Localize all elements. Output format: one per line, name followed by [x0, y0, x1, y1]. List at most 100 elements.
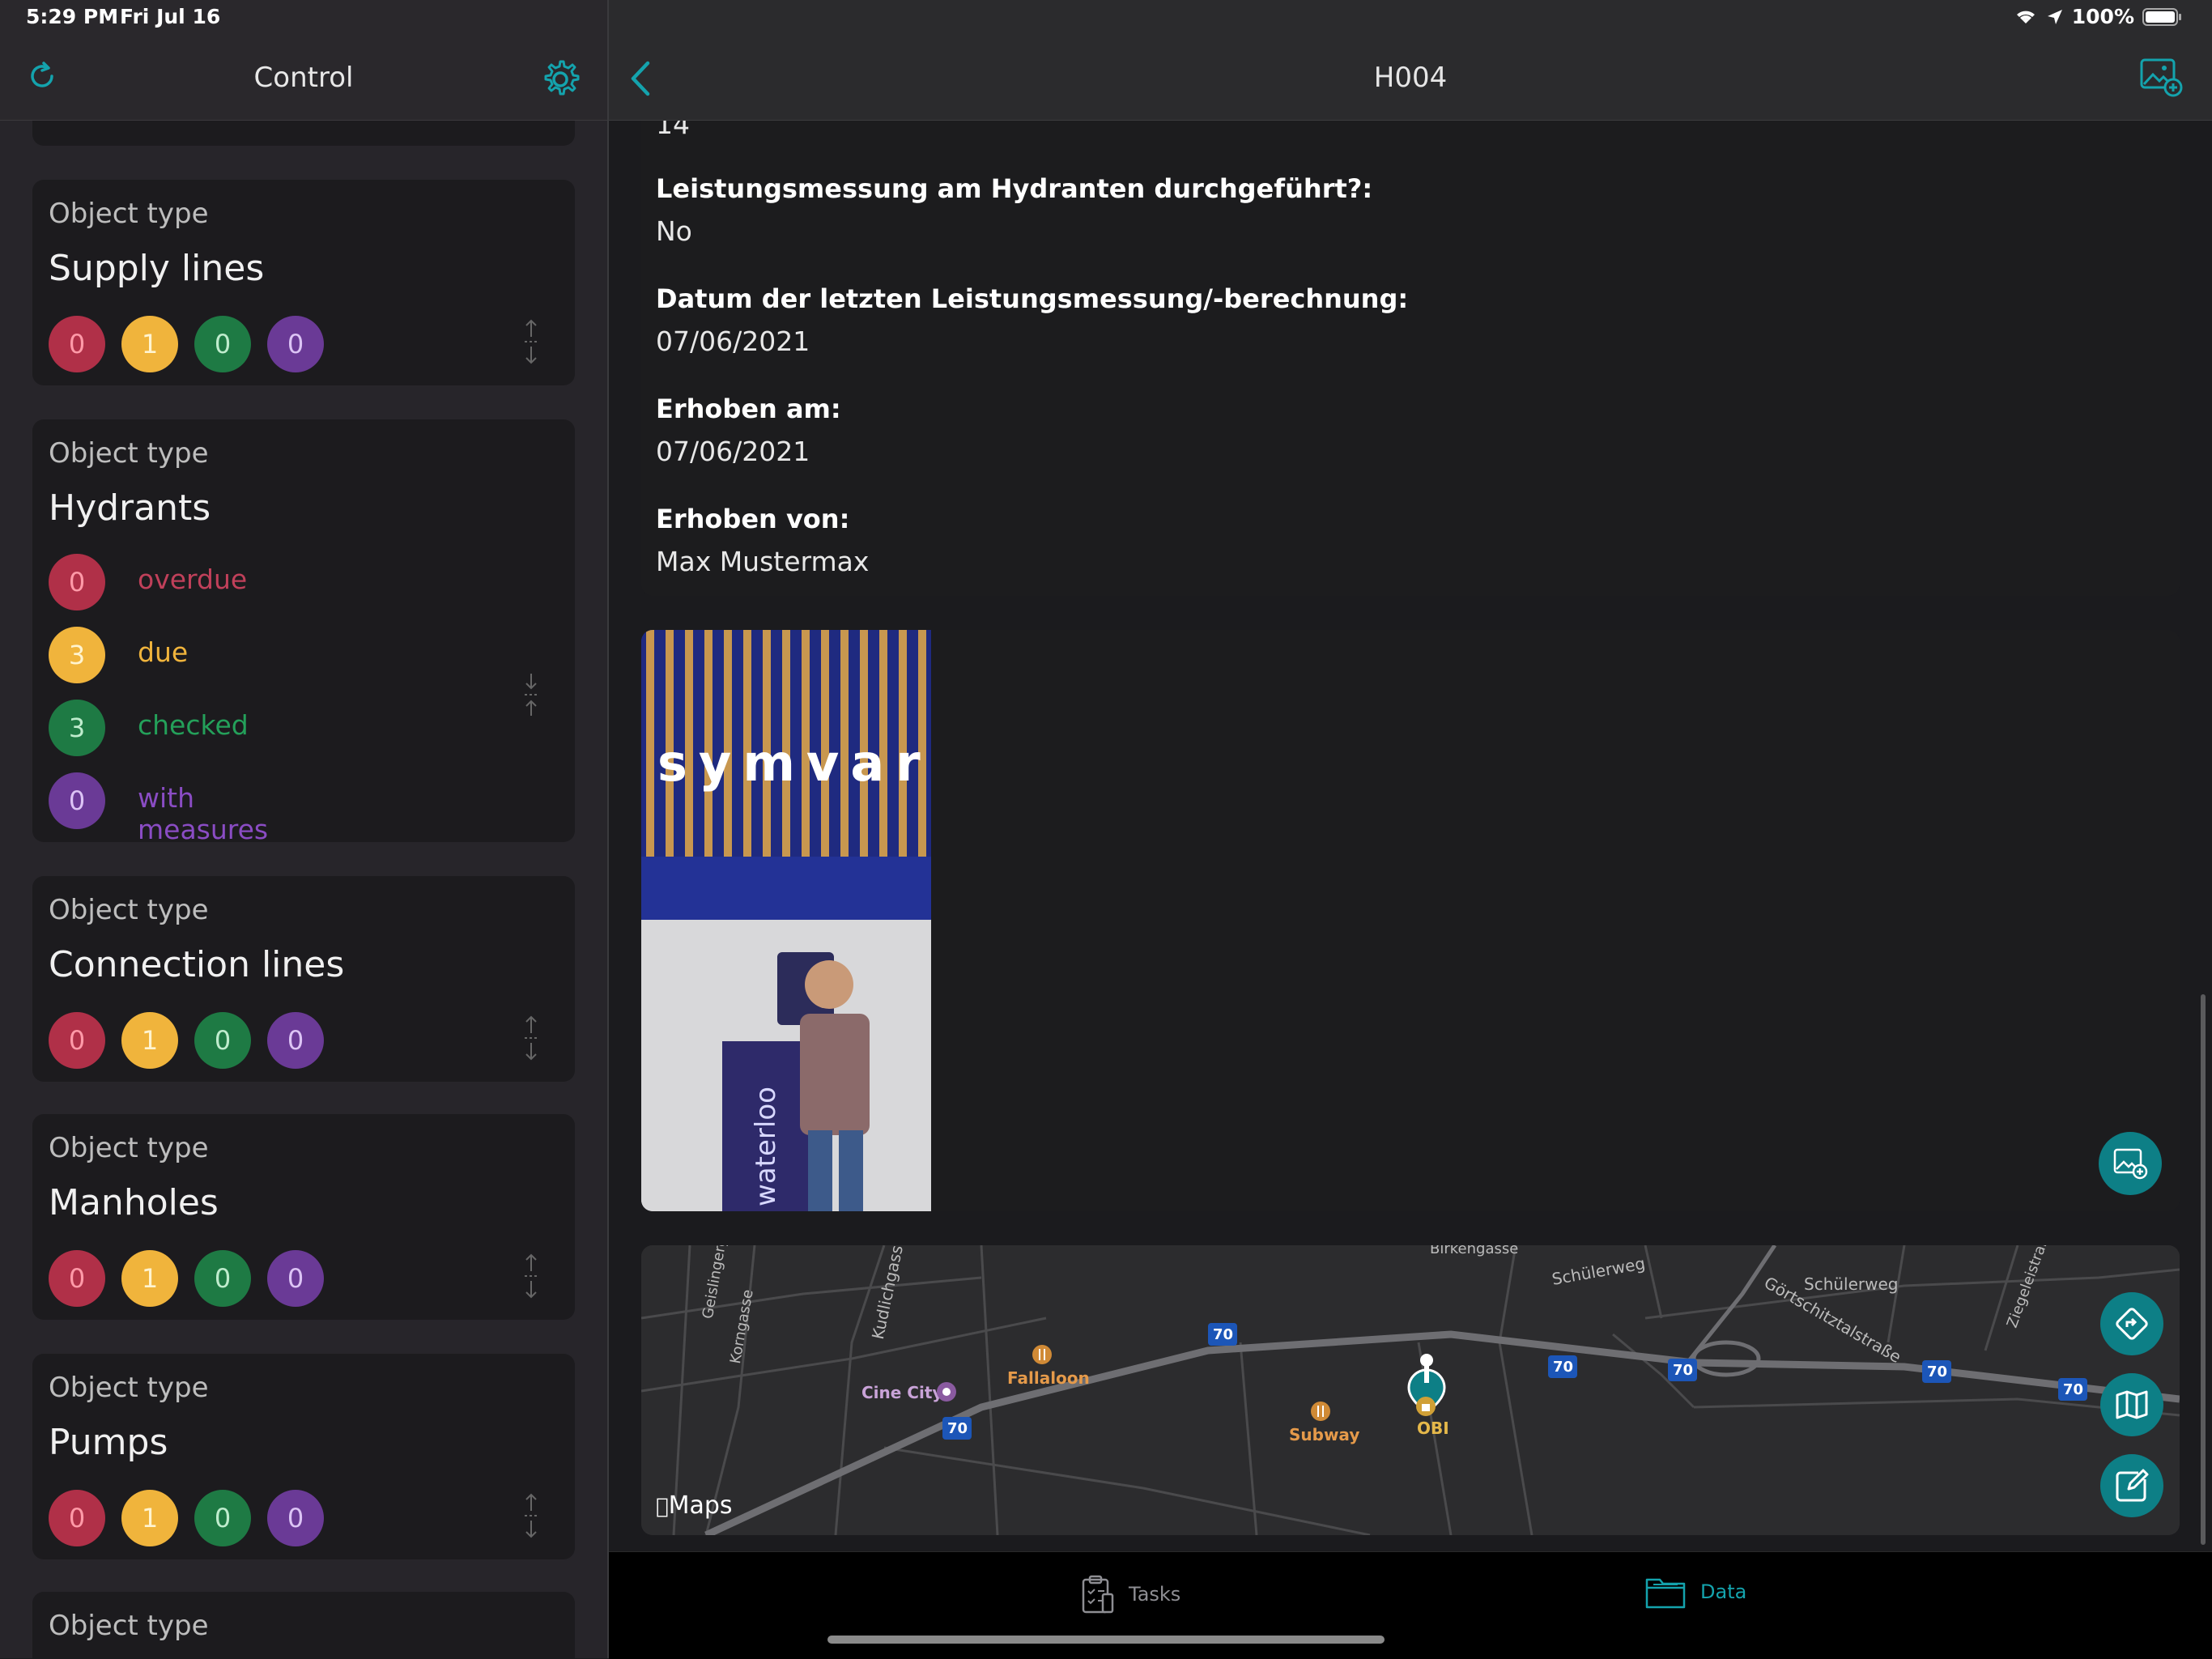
field-label: Erhoben von: — [656, 504, 850, 534]
home-indicator — [827, 1636, 1385, 1644]
object-type-card-pumps[interactable]: Object type Pumps 0 1 0 0 — [32, 1354, 575, 1559]
restaurant-icon — [1310, 1401, 1331, 1422]
route-shield: 70 — [1927, 1363, 1948, 1380]
card-label: Object type — [49, 894, 209, 926]
count-due: 1 — [121, 1250, 178, 1307]
tab-tasks-label: Tasks — [1129, 1583, 1181, 1606]
route-shield: 70 — [2063, 1381, 2084, 1398]
card-title: Supply lines — [49, 248, 265, 289]
gear-icon[interactable] — [538, 57, 583, 102]
card-label: Object type — [49, 1132, 209, 1164]
photo-thumbnail[interactable]: waterloo — [641, 920, 931, 1211]
route-shield: 70 — [947, 1420, 968, 1437]
count-checked: 3 — [49, 700, 105, 756]
count-due: 1 — [121, 1012, 178, 1069]
legend-label-checked: checked — [138, 709, 249, 741]
maps-attribution[interactable]: Maps — [656, 1491, 733, 1520]
count-with-measures: 0 — [267, 1250, 324, 1307]
page-title: H004 — [1373, 62, 1448, 94]
card-title: Pumps — [49, 1422, 168, 1463]
edit-button[interactable] — [2100, 1454, 2163, 1517]
object-type-card-hydrants[interactable]: Object type Hydrants 0 overdue 3 due 3 c… — [32, 419, 575, 845]
legend-label-overdue: overdue — [138, 564, 248, 595]
collapse-icon[interactable] — [521, 670, 541, 719]
count-overdue: 0 — [49, 1250, 105, 1307]
battery-icon — [2142, 7, 2183, 27]
detail-fields-card: 14 Leistungsmessung am Hydranten durchge… — [641, 97, 2180, 596]
tasks-icon — [1080, 1573, 1116, 1615]
poi-label: Cine City — [861, 1383, 943, 1402]
status-bar: 5:29 PM Fri Jul 16 100% — [0, 0, 2212, 39]
field-value: Max Mustermax — [656, 546, 870, 577]
poi-label: OBI — [1417, 1419, 1449, 1438]
count-with-measures: 0 — [267, 1490, 324, 1546]
card-title: Connection lines — [49, 944, 345, 985]
tab-tasks[interactable]: Tasks — [1080, 1573, 1180, 1615]
expand-icon[interactable] — [521, 1014, 541, 1062]
field-value: No — [656, 215, 692, 247]
field-value: 07/06/2021 — [656, 325, 810, 357]
expand-icon[interactable] — [521, 317, 541, 366]
directions-icon — [2114, 1306, 2150, 1342]
control-sidebar: 0 1 0 0 Control Object type Supply lines… — [0, 0, 609, 1658]
count-checked: 0 — [194, 1250, 251, 1307]
tab-data[interactable]: Data — [1644, 1573, 1746, 1610]
count-overdue: 0 — [49, 554, 105, 610]
street-label: Schülerweg — [1804, 1274, 1899, 1294]
map-icon — [2114, 1387, 2150, 1423]
count-overdue: 0 — [49, 1490, 105, 1546]
object-type-card-partial-bottom[interactable]: Object type — [32, 1592, 575, 1658]
route-shield: 70 — [1553, 1359, 1574, 1376]
poi-label: Subway — [1289, 1425, 1360, 1444]
status-time: 5:29 PM — [26, 5, 119, 28]
poi-label: Fallaloon — [1007, 1368, 1090, 1388]
card-label: Object type — [49, 198, 209, 230]
count-with-measures: 0 — [49, 772, 105, 829]
object-type-card-manholes[interactable]: Object type Manholes 0 1 0 0 — [32, 1114, 575, 1320]
count-overdue: 0 — [49, 1012, 105, 1069]
route-shield: 70 — [1673, 1362, 1694, 1379]
count-overdue: 0 — [49, 316, 105, 372]
field-label: Datum der letzten Leistungsmessung/-bere… — [656, 283, 1409, 314]
scroll-indicator[interactable] — [2201, 994, 2206, 1545]
card-title: Manholes — [49, 1182, 219, 1223]
status-indicators: 100% — [2014, 5, 2183, 28]
card-label: Object type — [49, 437, 209, 470]
count-with-measures: 0 — [267, 1012, 324, 1069]
wifi-icon — [2014, 7, 2038, 27]
legend-label-with-measures: with measures — [138, 782, 269, 845]
card-label: Object type — [49, 1372, 209, 1404]
count-due: 3 — [49, 627, 105, 683]
directions-button[interactable] — [2100, 1292, 2163, 1355]
map-view[interactable]: 70 70 70 70 70 70 Schülerweg Schülerweg … — [641, 1245, 2180, 1535]
count-due: 1 — [121, 316, 178, 372]
restaurant-icon — [1032, 1344, 1053, 1365]
banner-text: waterloo — [749, 1087, 782, 1206]
card-title: Hydrants — [49, 487, 211, 529]
location-arrow-icon — [2046, 8, 2064, 26]
maps-attribution-text: Maps — [656, 1491, 733, 1520]
count-checked: 0 — [194, 1490, 251, 1546]
sidebar-title: Control — [253, 62, 354, 94]
object-type-card-connection-lines[interactable]: Object type Connection lines 0 1 0 0 — [32, 876, 575, 1082]
expand-icon[interactable] — [521, 1491, 541, 1540]
edit-icon — [2114, 1468, 2150, 1504]
battery-percent: 100% — [2071, 5, 2134, 28]
photo-thumbnail[interactable]: symvaro — [641, 630, 931, 920]
object-type-card-supply-lines[interactable]: Object type Supply lines 0 1 0 0 — [32, 180, 575, 385]
add-photo-icon — [2112, 1147, 2148, 1180]
expand-icon[interactable] — [521, 1252, 541, 1300]
add-photo-button[interactable] — [2099, 1132, 2162, 1195]
open-map-button[interactable] — [2100, 1373, 2163, 1436]
street-label: Birkengasse — [1430, 1245, 1519, 1257]
folder-icon — [1644, 1573, 1687, 1610]
status-date: Fri Jul 16 — [120, 5, 221, 28]
field-label: Leistungsmessung am Hydranten durchgefüh… — [656, 173, 1373, 204]
photo-gallery-card: symvaro waterloo — [641, 630, 2180, 1211]
cinema-icon — [936, 1381, 957, 1402]
field-value: 07/06/2021 — [656, 436, 810, 467]
add-photo-icon[interactable] — [2139, 57, 2183, 97]
route-shield: 70 — [1213, 1326, 1234, 1343]
shopping-icon — [1415, 1396, 1436, 1417]
count-due: 1 — [121, 1490, 178, 1546]
